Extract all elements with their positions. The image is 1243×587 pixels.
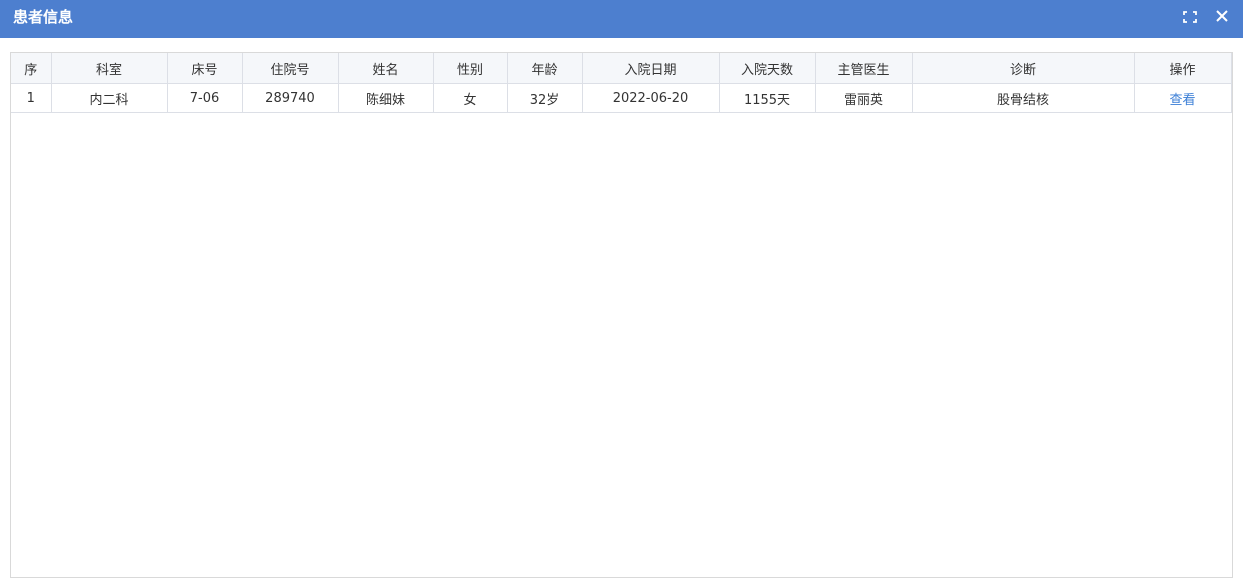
patient-table: 序 科室 床号 住院号 姓名 性别 年龄 入院日期 入院天数 主管医生 诊断 操… — [11, 53, 1232, 113]
cell-bed: 7-06 — [167, 83, 243, 113]
maximize-icon[interactable] — [1178, 6, 1202, 28]
patient-info-dialog: 患者信息 序 科室 床号 住院号 姓名 性别 年龄 入院日期 入院天数 主管医生… — [0, 0, 1243, 587]
patient-table-container: 序 科室 床号 住院号 姓名 性别 年龄 入院日期 入院天数 主管医生 诊断 操… — [10, 52, 1233, 578]
view-link[interactable]: 查看 — [1169, 93, 1195, 108]
header-days: 入院天数 — [719, 53, 816, 84]
header-admission-no: 住院号 — [242, 53, 339, 84]
header-index: 序 — [11, 53, 52, 84]
close-icon[interactable] — [1210, 6, 1234, 28]
cell-name: 陈细妹 — [338, 83, 434, 113]
header-admission-date: 入院日期 — [582, 53, 720, 84]
header-age: 年龄 — [507, 53, 583, 84]
cell-admission-date: 2022-06-20 — [582, 83, 720, 113]
table-header-row: 序 科室 床号 住院号 姓名 性别 年龄 入院日期 入院天数 主管医生 诊断 操… — [11, 53, 1232, 84]
header-department: 科室 — [51, 53, 168, 84]
cell-index: 1 — [11, 83, 52, 113]
header-name: 姓名 — [338, 53, 434, 84]
dialog-title: 患者信息 — [13, 8, 74, 26]
cell-department: 内二科 — [51, 83, 168, 113]
table-row[interactable]: 1 内二科 7-06 289740 陈细妹 女 32岁 2022-06-20 1… — [11, 83, 1232, 113]
cell-sex: 女 — [433, 83, 508, 113]
header-doctor: 主管医生 — [815, 53, 913, 84]
cell-admission-no: 289740 — [242, 83, 339, 113]
cell-doctor: 雷丽英 — [815, 83, 913, 113]
cell-age: 32岁 — [507, 83, 583, 113]
cell-days: 1155天 — [719, 83, 816, 113]
header-action: 操作 — [1134, 53, 1232, 84]
cell-action: 查看 — [1134, 83, 1232, 113]
header-sex: 性别 — [433, 53, 508, 84]
dialog-titlebar: 患者信息 — [0, 0, 1243, 38]
cell-diagnosis: 股骨结核 — [912, 83, 1135, 113]
header-bed: 床号 — [167, 53, 243, 84]
header-diagnosis: 诊断 — [912, 53, 1135, 84]
